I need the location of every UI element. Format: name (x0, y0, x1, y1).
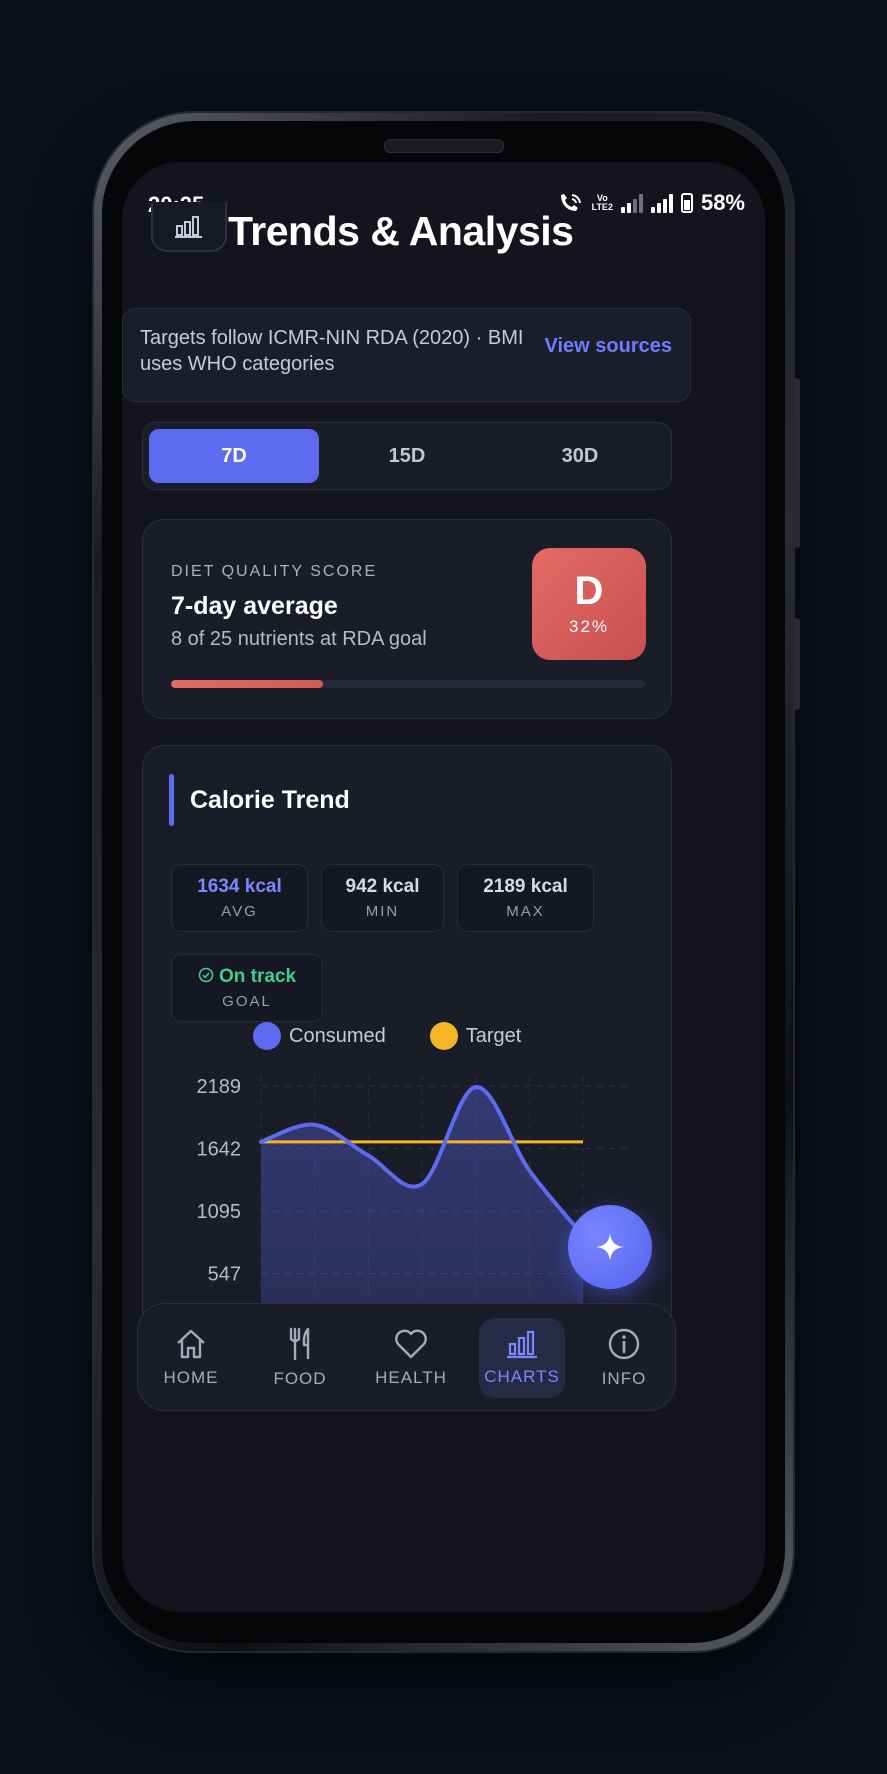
legend-target-label: Target (465, 1024, 522, 1047)
volte-icon: Vo LTE2 (592, 194, 613, 212)
calorie-line-chart: 2189164210955470FriSatSunMonTueWedThu (197, 1076, 633, 1346)
header-icon-button[interactable] (151, 202, 227, 252)
stat-avg-label: AVG (221, 903, 258, 920)
goal-label: GOAL (222, 993, 272, 1010)
stat-min-label: MIN (365, 903, 400, 920)
volume-button (794, 378, 800, 548)
nav-charts-label: CHARTS (484, 1367, 560, 1386)
check-circle-icon (198, 967, 214, 983)
diet-score-label: DIET QUALITY SCORE (171, 563, 378, 580)
stat-avg-value: 1634 kcal (197, 876, 282, 897)
y-tick-label: 2189 (197, 1076, 242, 1098)
battery-percent: 58% (700, 190, 745, 215)
nav-charts[interactable]: CHARTS (479, 1318, 565, 1398)
section-accent-bar (169, 774, 174, 826)
nav-home[interactable]: HOME (148, 1318, 234, 1398)
volte-bottom: LTE2 (591, 202, 613, 212)
ai-assistant-button[interactable] (568, 1205, 652, 1289)
page-title: Trends & Analysis (228, 208, 574, 254)
stat-goal: On track GOAL (171, 954, 323, 1022)
y-tick-label: 547 (208, 1264, 241, 1286)
legend-consumed-label: Consumed (289, 1024, 386, 1047)
calorie-trend-title: Calorie Trend (190, 786, 350, 814)
utensils-icon (289, 1327, 310, 1361)
tab-30d[interactable]: 30D (495, 429, 665, 483)
power-button (794, 618, 800, 710)
stat-min: 942 kcal MIN (321, 864, 444, 932)
stat-min-value: 942 kcal (345, 876, 420, 897)
battery-icon (680, 193, 693, 213)
nav-info-label: INFO (601, 1369, 647, 1388)
sparkle-icon (596, 1233, 624, 1261)
earpiece-speaker (384, 139, 504, 153)
range-selector: 7D 15D 30D (142, 422, 672, 490)
tab-15d[interactable]: 15D (322, 429, 492, 483)
stat-max-value: 2189 kcal (483, 876, 568, 897)
y-tick-label: 1095 (197, 1201, 242, 1223)
nav-food-label: FOOD (273, 1369, 327, 1388)
heart-icon (395, 1329, 427, 1359)
diet-score-title: 7-day average (171, 592, 338, 620)
grade-percent: 32% (568, 617, 610, 636)
signal-icon-2 (650, 193, 673, 213)
nav-health-label: HEALTH (375, 1368, 447, 1387)
tab-7d[interactable]: 7D (149, 429, 319, 483)
info-icon (608, 1328, 640, 1360)
goal-value-row: On track (198, 966, 296, 988)
goal-value: On track (218, 966, 297, 987)
notice-text: Targets follow ICMR-NIN RDA (2020) · BMI… (140, 327, 524, 375)
diet-quality-card[interactable]: DIET QUALITY SCORE 7-day average 8 of 25… (142, 519, 672, 719)
stat-max-label: MAX (506, 903, 545, 920)
grade-letter: D (574, 569, 604, 613)
view-sources-link[interactable]: View sources (545, 335, 672, 358)
stat-avg: 1634 kcal AVG (171, 864, 308, 932)
app-screen: 20:25 Vo LTE2 58% Trends & Analysis Targ… (122, 162, 765, 1612)
nav-food[interactable]: FOOD (257, 1318, 343, 1398)
nav-health[interactable]: HEALTH (365, 1318, 457, 1398)
nav-info[interactable]: INFO (581, 1318, 667, 1398)
score-progress-fill (171, 680, 323, 688)
nav-home-label: HOME (163, 1368, 219, 1387)
sources-notice: Targets follow ICMR-NIN RDA (2020) · BMI… (122, 308, 691, 402)
signal-icon-1 (620, 193, 643, 213)
bar-chart-icon (507, 1330, 537, 1359)
grade-badge: D 32% (532, 548, 646, 660)
score-progress-bar (171, 680, 645, 688)
diet-score-subtitle: 8 of 25 nutrients at RDA goal (171, 628, 427, 650)
home-icon (177, 1329, 205, 1359)
stat-max: 2189 kcal MAX (457, 864, 594, 932)
status-icons: Vo LTE2 58% (558, 190, 745, 216)
bottom-navigation: HOME FOOD HEALTH CHARTS INFO (137, 1303, 676, 1411)
bar-chart-icon (175, 216, 202, 238)
y-tick-label: 1642 (197, 1139, 242, 1161)
